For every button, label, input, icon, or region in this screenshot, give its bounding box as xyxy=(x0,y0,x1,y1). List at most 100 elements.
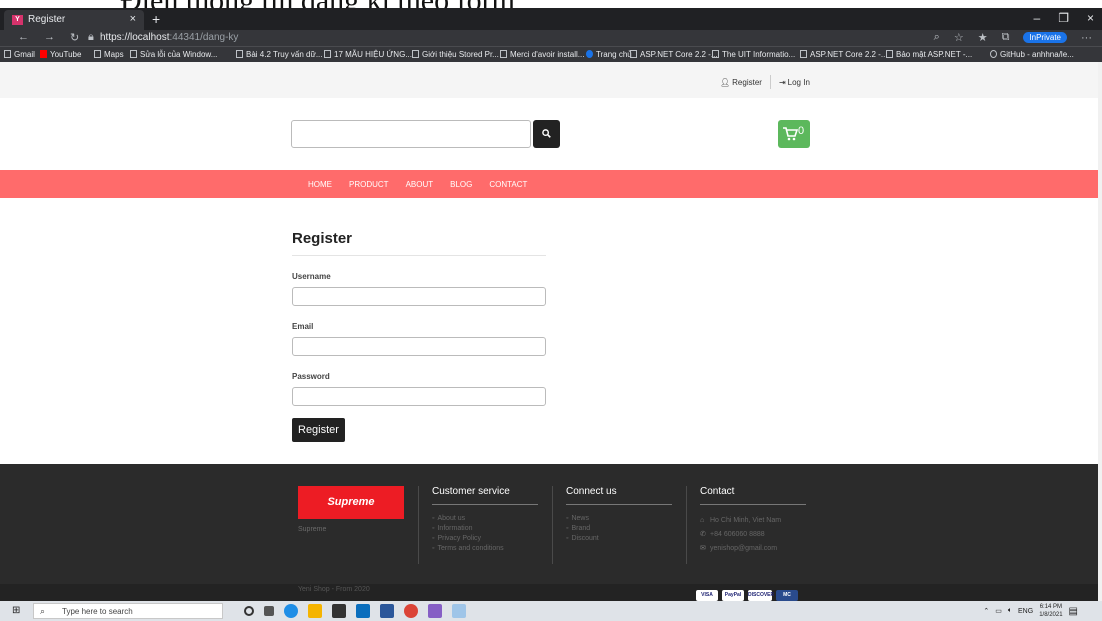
cart-button[interactable]: 0 xyxy=(778,120,810,148)
chrome-icon[interactable] xyxy=(404,604,418,618)
paint-icon[interactable] xyxy=(452,604,466,618)
favorites-icon[interactable]: ★ xyxy=(978,31,988,44)
discover-card-icon: DISCOVER xyxy=(748,590,774,601)
cortana-icon[interactable] xyxy=(244,606,254,616)
divider xyxy=(769,75,771,89)
customer-service-heading: Customer service xyxy=(432,486,538,505)
taskbar-search[interactable]: ⌕ Type here to search xyxy=(33,603,223,619)
browser-tab[interactable]: Y Register × xyxy=(4,10,144,30)
bookmark-item[interactable]: Bảo mật ASP.NET -... xyxy=(886,50,972,59)
contact-email[interactable]: ✉ yenishop@gmail.com xyxy=(700,542,806,556)
url-field[interactable]: https://localhost:44341/dang-ky xyxy=(100,32,238,43)
contact-phone: ✆ +84 606060 8888 xyxy=(700,528,806,542)
nav-about[interactable]: ABOUT xyxy=(406,180,434,189)
new-tab-button[interactable]: + xyxy=(152,11,160,27)
page-icon xyxy=(500,50,507,58)
login-link[interactable]: ⇥ Log In xyxy=(779,78,810,87)
site-footer: Supreme Supreme Customer service About u… xyxy=(0,464,1098,584)
windows-start-icon[interactable]: ⊞ xyxy=(12,605,20,616)
bookmark-item[interactable]: GitHub - anhhna/le... xyxy=(990,50,1074,59)
bookmark-item[interactable]: ASP.NET Core 2.2 -... xyxy=(630,50,718,59)
search-input[interactable] xyxy=(291,120,531,148)
payment-cards: VISA PayPal DISCOVER MC xyxy=(696,590,798,601)
bookmark-item[interactable]: Bài 4.2 Truy vấn dữ... xyxy=(236,50,323,59)
supreme-logo[interactable]: Supreme xyxy=(298,486,404,519)
copyright-text: Yeni Shop - From 2020 xyxy=(298,586,370,593)
favorite-star-icon[interactable]: ☆ xyxy=(954,31,964,44)
register-submit-button[interactable]: Register xyxy=(292,418,345,442)
nav-contact[interactable]: CONTACT xyxy=(489,180,527,189)
back-arrow-icon[interactable]: ← xyxy=(18,31,29,43)
bookmark-item[interactable]: Trang chủ xyxy=(586,50,632,59)
file-explorer-icon[interactable] xyxy=(308,604,322,618)
github-icon xyxy=(990,50,997,58)
footer-link[interactable]: Discount xyxy=(566,534,672,544)
home-icon: ⌂ xyxy=(700,517,705,524)
nav-blog[interactable]: BLOG xyxy=(450,180,472,189)
footer-link[interactable]: Brand xyxy=(566,524,672,534)
bookmark-item[interactable]: Maps xyxy=(94,50,124,59)
bookmark-item[interactable]: Sửa lỗi của Window... xyxy=(130,50,217,59)
minimize-button[interactable]: – xyxy=(1034,11,1041,25)
forward-arrow-icon[interactable]: → xyxy=(44,31,55,43)
taskbar-apps xyxy=(244,604,466,618)
bookmark-item[interactable]: Merci d'avoir install... xyxy=(500,50,584,59)
more-options-icon[interactable]: ··· xyxy=(1081,32,1092,44)
footer-divider xyxy=(418,486,419,564)
password-field[interactable] xyxy=(292,387,546,406)
network-icon[interactable]: ▭ xyxy=(995,607,1002,615)
footer-link[interactable]: About us xyxy=(432,514,538,524)
bookmark-item[interactable]: Giới thiệu Stored Pr... xyxy=(412,50,499,59)
username-field[interactable] xyxy=(292,287,546,306)
word-icon[interactable] xyxy=(380,604,394,618)
bookmark-item[interactable]: YouTube xyxy=(40,50,81,59)
taskbar-search-placeholder: Type here to search xyxy=(62,607,133,616)
logo-caption: Supreme xyxy=(298,526,327,533)
volume-icon[interactable]: 🔈︎ xyxy=(1008,607,1012,615)
search-button[interactable] xyxy=(533,120,560,148)
login-icon: ⇥ xyxy=(778,77,786,87)
connect-heading: Connect us xyxy=(566,486,672,505)
footer-divider xyxy=(552,486,553,564)
email-field[interactable] xyxy=(292,337,546,356)
bookmark-item[interactable]: Gmail xyxy=(4,50,35,59)
visual-studio-icon[interactable] xyxy=(428,604,442,618)
maximize-button[interactable]: ❐ xyxy=(1058,11,1069,25)
task-view-icon[interactable] xyxy=(264,606,274,616)
youtube-icon xyxy=(40,50,47,58)
shopping-cart-icon xyxy=(783,127,798,141)
email-label: Email xyxy=(292,322,314,331)
page-scrollbar[interactable] xyxy=(1098,62,1102,601)
close-window-button[interactable]: × xyxy=(1087,11,1094,25)
phone-icon: ✆ xyxy=(700,531,706,538)
bookmark-item[interactable]: ASP.NET Core 2.2 -... xyxy=(800,50,888,59)
mail-icon[interactable] xyxy=(356,604,370,618)
bookmark-item[interactable]: 17 MẪU HIỆU ỨNG... xyxy=(324,50,412,59)
document-caption-text: Điền thông tin đăng kí theo form xyxy=(120,0,515,8)
refresh-icon[interactable]: ↻ xyxy=(70,31,79,44)
language-indicator[interactable]: ENG xyxy=(1018,608,1033,615)
url-path: :44341/dang-ky xyxy=(169,32,239,43)
footer-link[interactable]: Privacy Policy xyxy=(432,534,538,544)
clock[interactable]: 6:14 PM 1/8/2021 xyxy=(1039,603,1062,619)
page-icon xyxy=(324,50,331,58)
footer-link[interactable]: Information xyxy=(432,524,538,534)
contact-heading: Contact xyxy=(700,486,806,505)
notification-icon[interactable]: ▤ xyxy=(1069,606,1078,617)
site-favicon-icon: Y xyxy=(12,15,23,25)
nav-home[interactable]: HOME xyxy=(308,180,332,189)
edge-icon[interactable] xyxy=(284,604,298,618)
inprivate-badge[interactable]: InPrivate xyxy=(1023,32,1067,43)
register-link[interactable]: 👤︎ Register xyxy=(720,78,762,87)
bookmark-item[interactable]: The UIT Informatio... xyxy=(712,50,795,59)
store-icon[interactable] xyxy=(332,604,346,618)
zoom-icon[interactable]: ⌕ xyxy=(934,31,940,44)
page-icon xyxy=(630,50,637,58)
close-tab-icon[interactable]: × xyxy=(130,13,136,25)
nav-product[interactable]: PRODUCT xyxy=(349,180,389,189)
system-tray: ⌃ ▭ 🔈︎ ENG 6:14 PM 1/8/2021 ▤ xyxy=(983,603,1078,619)
footer-link[interactable]: Terms and conditions xyxy=(432,544,538,554)
collections-icon[interactable]: ⧉ xyxy=(1002,31,1010,44)
chevron-up-icon[interactable]: ⌃ xyxy=(983,607,989,615)
footer-link[interactable]: News xyxy=(566,514,672,524)
